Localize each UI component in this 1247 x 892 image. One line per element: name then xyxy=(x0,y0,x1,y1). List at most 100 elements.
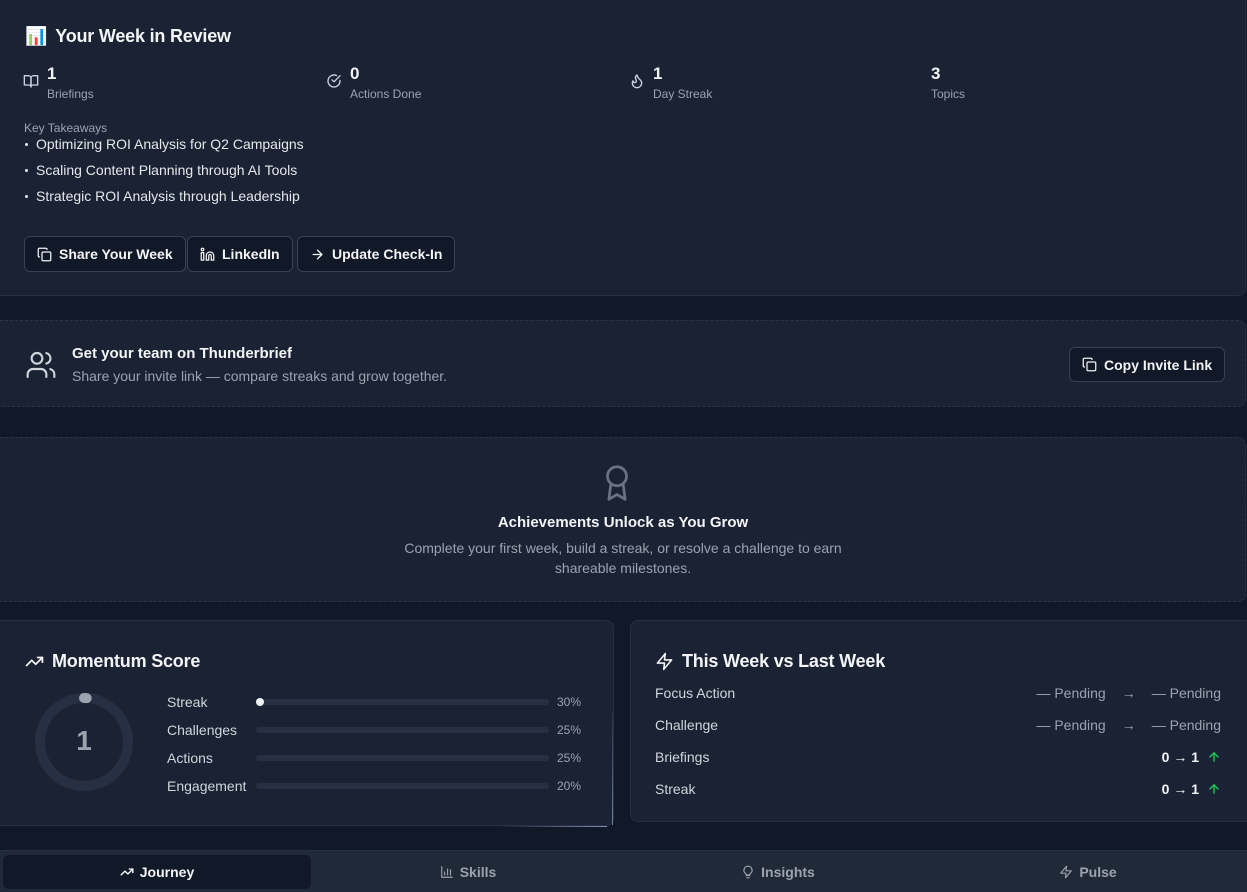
achievements-title: Achievements Unlock as You Grow xyxy=(497,514,749,531)
week-review-card: 📊 Your Week in Review 1 Briefings 0 Acti… xyxy=(0,0,1246,296)
list-item: Scaling Content Planning through AI Tool… xyxy=(24,162,304,188)
compare-value: 0 → 1 xyxy=(1161,749,1199,765)
stat-topics: 3 Topics xyxy=(931,64,965,101)
compare-row-label: Focus Action xyxy=(655,685,736,701)
invite-title: Get your team on Thunderbrief xyxy=(72,345,293,362)
progress-track xyxy=(256,698,549,706)
list-item: Strategic ROI Analysis through Leadershi… xyxy=(24,188,304,214)
compare-title-text: This Week vs Last Week xyxy=(682,651,886,671)
stat-label: Actions Done xyxy=(350,87,422,101)
momentum-score-card: Momentum Score 1 Streak 30% Challenges 2… xyxy=(0,620,614,827)
momentum-row-label: Streak xyxy=(167,694,208,710)
list-item: Optimizing ROI Analysis for Q2 Campaigns xyxy=(24,136,304,162)
update-checkin-button[interactable]: Update Check-In xyxy=(297,236,456,272)
week-compare-card: This Week vs Last Week Focus Action — Pe… xyxy=(630,620,1247,822)
compare-value: 0 → 1 xyxy=(1161,781,1199,797)
lightbulb-icon xyxy=(743,865,753,879)
compare-row-focus-action: Focus Action — Pending → — Pending xyxy=(655,683,1221,703)
tab-insights[interactable]: Insights xyxy=(625,855,931,889)
progress-track xyxy=(256,755,549,761)
momentum-row-actions: Actions 25% xyxy=(167,748,587,768)
tab-journey[interactable]: Journey xyxy=(3,855,311,889)
update-checkin-label: Update Check-In xyxy=(332,246,443,262)
stat-value: 1 xyxy=(653,64,663,83)
award-icon xyxy=(606,465,628,501)
linkedin-label: LinkedIn xyxy=(222,246,280,262)
stat-briefings: 1 Briefings xyxy=(23,64,94,101)
linkedin-button[interactable]: LinkedIn xyxy=(187,236,293,272)
bar-chart-emoji-icon: 📊 xyxy=(25,26,48,46)
check-circle-icon xyxy=(327,74,341,88)
tab-label: Journey xyxy=(139,864,195,880)
momentum-row-engagement: Engagement 20% xyxy=(167,776,587,796)
arrow-right-text: → xyxy=(1121,685,1136,701)
week-review-title-text: Your Week in Review xyxy=(55,26,231,46)
share-week-button[interactable]: Share Your Week xyxy=(24,236,186,272)
stat-label: Briefings xyxy=(47,87,94,101)
compare-row-streak: Streak 0 → 1 xyxy=(655,779,1221,799)
card-highlight-edge xyxy=(612,712,613,825)
achievements-card: Achievements Unlock as You Grow Complete… xyxy=(0,437,1246,602)
stat-label: Day Streak xyxy=(653,87,713,101)
trending-up-icon xyxy=(120,868,134,876)
compare-row-values: — Pending → — Pending xyxy=(1036,685,1221,701)
this-week-value: — Pending xyxy=(1151,685,1221,701)
compare-row-values: 0 → 1 xyxy=(1162,749,1221,765)
week-review-title: 📊 Your Week in Review xyxy=(25,26,231,47)
progress-track xyxy=(256,727,549,733)
copy-invite-link-label: Copy Invite Link xyxy=(1104,356,1213,373)
momentum-row-label: Challenges xyxy=(167,722,238,738)
momentum-row-weight: 30% xyxy=(557,695,582,709)
momentum-title-text: Momentum Score xyxy=(52,651,201,671)
tab-label: Pulse xyxy=(1079,864,1117,880)
momentum-row-challenges: Challenges 25% xyxy=(167,720,587,740)
achievements-subtitle: Complete your first week, build a streak… xyxy=(404,540,842,576)
stat-value: 1 xyxy=(47,64,57,83)
compare-row-briefings: Briefings 0 → 1 xyxy=(655,747,1221,767)
progress-dot xyxy=(256,698,264,706)
copy-icon xyxy=(1082,357,1097,372)
arrow-right-icon xyxy=(312,249,323,259)
users-icon xyxy=(26,351,56,379)
stat-day-streak: 1 Day Streak xyxy=(629,64,712,101)
copy-invite-link-button[interactable]: Copy Invite Link xyxy=(1069,347,1226,382)
tab-pulse[interactable]: Pulse xyxy=(935,855,1241,889)
trending-up-icon xyxy=(25,656,44,667)
momentum-row-weight: 25% xyxy=(557,751,582,765)
momentum-row-label: Actions xyxy=(167,750,213,766)
stat-label: Topics xyxy=(931,87,966,101)
momentum-row-streak: Streak 30% xyxy=(167,692,587,712)
last-week-value: — Pending xyxy=(1036,685,1106,701)
invite-subtitle: Share your invite link — compare streaks… xyxy=(72,368,448,384)
tab-skills[interactable]: Skills xyxy=(315,855,621,889)
share-week-label: Share Your Week xyxy=(59,246,173,262)
linkedin-icon xyxy=(200,247,215,261)
compare-row-values: — Pending → — Pending xyxy=(1036,717,1221,733)
progress-track xyxy=(256,783,549,789)
this-week-value: — Pending xyxy=(1151,717,1221,733)
stat-value: 0 xyxy=(350,64,360,83)
momentum-row-weight: 20% xyxy=(557,779,582,793)
key-takeaways-list: Optimizing ROI Analysis for Q2 Campaigns… xyxy=(24,136,304,214)
team-invite-card: Get your team on Thunderbrief Share your… xyxy=(0,320,1246,407)
bottom-tab-bar: Journey Skills Insights Pulse xyxy=(0,850,1247,892)
copy-icon xyxy=(37,247,52,261)
momentum-row-label: Engagement xyxy=(167,778,247,794)
arrow-right-text: → xyxy=(1121,717,1136,733)
compare-row-label: Challenge xyxy=(655,717,719,733)
card-highlight-edge xyxy=(503,826,607,827)
zap-icon xyxy=(656,652,673,671)
momentum-row-weight: 25% xyxy=(557,723,582,737)
flame-icon xyxy=(631,74,643,89)
compare-row-values: 0 → 1 xyxy=(1162,781,1221,797)
arrow-up-icon xyxy=(1209,784,1219,794)
stat-actions-done: 0 Actions Done xyxy=(326,64,421,101)
last-week-value: — Pending xyxy=(1036,717,1106,733)
zap-icon xyxy=(1060,865,1073,879)
compare-row-label: Streak xyxy=(655,781,696,797)
momentum-score-value: 1 xyxy=(76,725,92,756)
key-takeaways-heading: Key Takeaways xyxy=(24,121,108,135)
bar-chart-icon xyxy=(440,866,453,878)
book-open-icon xyxy=(23,75,39,88)
compare-row-challenge: Challenge — Pending → — Pending xyxy=(655,715,1221,735)
